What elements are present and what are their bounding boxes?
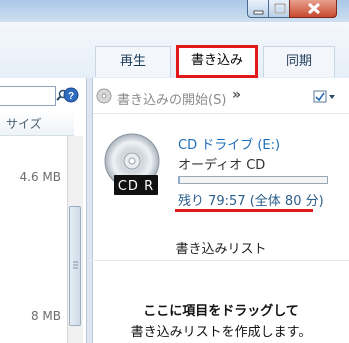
- highlight-underline: [175, 209, 313, 212]
- title-bar: [0, 0, 349, 22]
- scrollbar-thumb[interactable]: [69, 206, 81, 326]
- search-input[interactable]: [0, 86, 56, 106]
- library-pane: ? サイズ 4.6 MB 8 MB: [0, 78, 86, 343]
- size-cell: 4.6 MB: [19, 170, 61, 184]
- drive-name-link[interactable]: CD ドライブ (E:): [178, 134, 280, 153]
- burn-disc-icon: [96, 88, 112, 104]
- disc-type: オーディオ CD: [178, 158, 266, 173]
- burn-pane: 書き込みの開始(S) » CD R CD ドライブ (E:) オーディオ CD …: [87, 78, 349, 343]
- start-burn-button[interactable]: 書き込みの開始(S): [117, 89, 226, 108]
- more-chevron-icon[interactable]: »: [232, 87, 241, 103]
- maximize-button[interactable]: [268, 0, 290, 18]
- pane-splitter[interactable]: [86, 78, 93, 343]
- drag-hint-text: 書き込みリストを作成します。: [130, 325, 312, 340]
- tab-burn[interactable]: 書き込み: [176, 45, 258, 78]
- burn-list-title: 書き込みリスト: [175, 242, 267, 257]
- vertical-scrollbar[interactable]: [67, 136, 83, 343]
- minimize-button[interactable]: [247, 0, 269, 18]
- size-column-header[interactable]: サイズ: [0, 112, 74, 136]
- tab-play[interactable]: 再生: [95, 46, 171, 77]
- disc-type-label: CD R: [117, 179, 155, 194]
- drag-hint-heading: ここに項目をドラッグして: [143, 304, 299, 319]
- tab-strip: 再生 書き込み 同期: [95, 45, 349, 79]
- divider: [87, 260, 349, 261]
- capacity-bar: [178, 176, 328, 184]
- help-icon[interactable]: ?: [63, 87, 79, 103]
- tab-sync[interactable]: 同期: [263, 46, 335, 77]
- size-cell: 8 MB: [30, 309, 61, 323]
- close-button[interactable]: [289, 0, 337, 18]
- list-options-icon[interactable]: [313, 90, 339, 104]
- burn-command-bar: 書き込みの開始(S) »: [93, 78, 349, 114]
- svg-text:?: ?: [68, 91, 74, 102]
- capacity-fill: [179, 177, 181, 183]
- remaining-time: 残り 79:57 (全体 80 分): [178, 194, 324, 209]
